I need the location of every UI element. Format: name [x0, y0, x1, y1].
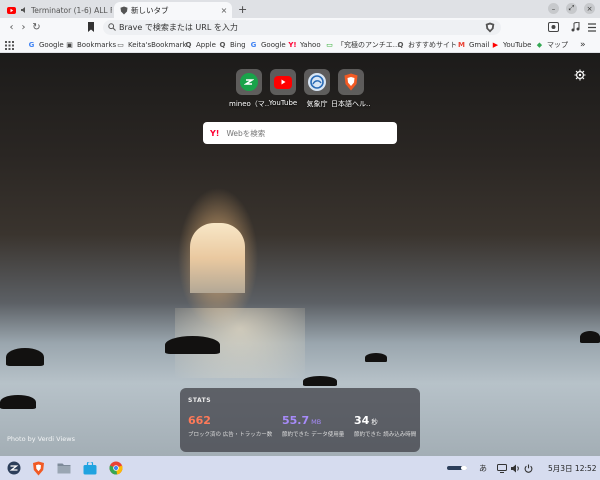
jma-icon	[308, 73, 326, 91]
yahoo-icon: Y!	[210, 128, 220, 138]
brave-shield-icon	[119, 6, 128, 15]
background-photo-rock	[165, 336, 220, 354]
bookmark-youtube[interactable]: ▶ YouTube	[491, 39, 532, 51]
bookmark-google[interactable]: G Google	[27, 39, 64, 51]
tab-title: 新しいタブ	[131, 5, 169, 15]
gmail-icon: M	[458, 41, 465, 49]
background-photo-arch	[190, 223, 245, 293]
search-icon: Q	[185, 41, 192, 49]
background-photo-rock	[0, 395, 36, 409]
new-tab-button[interactable]: +	[238, 3, 247, 16]
background-photo-rock	[365, 353, 387, 362]
bookmarks-bar: G Google ▣ Bookmarks ▭ Keita'sBookmark Q App…	[0, 37, 600, 53]
stat-blocked: 662 ブロック済の 広告・トラッカー数	[188, 414, 272, 438]
tab-title: Terminator (1-6) ALL Future	[31, 5, 112, 15]
address-placeholder: Brave で検索または URL を入力	[119, 23, 238, 32]
mineo-icon	[240, 73, 258, 91]
bookmark-gmail[interactable]: M Gmail	[457, 39, 489, 51]
stats-heading: STATS	[188, 397, 212, 404]
photo-credit[interactable]: Photo by Verdi Views	[7, 435, 75, 443]
bookmark-bookmarks[interactable]: ▣ Bookmarks	[65, 39, 116, 51]
ime-indicator[interactable]: あ	[477, 462, 489, 474]
bookmark-bing[interactable]: Q Bing	[218, 39, 246, 51]
search-icon: Q	[219, 41, 226, 49]
more-bookmarks-button[interactable]: »	[580, 39, 586, 51]
taskbar: あ 5月3日 12:52	[0, 456, 600, 480]
stat-value: 34	[354, 414, 370, 427]
stat-data-saved: 55.7 MB 節約できた データ使用量	[282, 414, 344, 438]
minimize-button[interactable]: –	[548, 3, 559, 14]
new-tab-page: mineo（マ... YouTube 気象庁 日本語ヘル... Y! Photo…	[0, 53, 600, 456]
files-icon[interactable]	[56, 460, 72, 476]
top-site-brave-help[interactable]: 日本語ヘル...	[331, 69, 371, 109]
tab-terminator[interactable]: Terminator (1-6) ALL Future	[2, 2, 112, 18]
stat-description: ブロック済の 広告・トラッカー数	[188, 432, 273, 438]
reload-button[interactable]: ↻	[30, 21, 43, 34]
bookmark-yahoo[interactable]: Y! Yahoo	[288, 39, 320, 51]
yahoo-icon: Y!	[288, 41, 297, 49]
stat-value: 55.7	[282, 414, 310, 427]
screenshot-icon[interactable]	[547, 21, 560, 34]
zorin-menu-icon[interactable]	[6, 460, 22, 476]
top-site-label: 日本語ヘル...	[331, 100, 371, 108]
clock[interactable]: 5月3日 12:52	[548, 463, 597, 474]
background-photo-rock	[6, 348, 44, 366]
music-icon[interactable]	[569, 21, 582, 34]
tab-close-button[interactable]: ×	[219, 6, 229, 15]
display-icon[interactable]	[497, 462, 507, 474]
tab-new-tab[interactable]: 新しいタブ ×	[114, 2, 232, 18]
background-photo-rock	[303, 376, 337, 386]
software-store-icon[interactable]	[82, 460, 98, 476]
web-search-input[interactable]	[226, 128, 387, 138]
background-photo-rock	[580, 331, 600, 343]
maximize-button[interactable]: ⤢	[566, 3, 577, 14]
stat-description: 節約できた 読み込み時間	[354, 432, 417, 438]
chrome-icon[interactable]	[108, 460, 124, 476]
google-icon: G	[250, 41, 257, 49]
forward-button[interactable]: ›	[17, 21, 30, 34]
keyboard-layout-icon[interactable]	[447, 462, 467, 474]
close-window-button[interactable]: ×	[584, 3, 595, 14]
stats-card: STATS 662 ブロック済の 広告・トラッカー数 55.7 MB 節約できた …	[180, 388, 420, 452]
stat-value: 662	[188, 414, 211, 427]
stat-unit: 秒	[371, 418, 378, 426]
maps-icon: ◆	[536, 41, 543, 49]
stat-description: 節約できた データ使用量	[282, 432, 345, 438]
search-icon: Q	[397, 41, 404, 49]
brave-shields-icon[interactable]	[483, 21, 496, 34]
gear-icon[interactable]	[574, 69, 586, 81]
tab-strip: Terminator (1-6) ALL Future 新しいタブ × + – …	[0, 0, 600, 18]
bookmark-anti-aging[interactable]: ▭ 「究極のアンチエ...	[325, 39, 399, 51]
stat-unit: MB	[311, 418, 322, 426]
folder-icon: ▣	[66, 41, 73, 49]
page-icon: ▭	[326, 41, 333, 49]
bookmark-maps[interactable]: ◆ マップ	[535, 39, 568, 51]
toolbar: ‹ › ↻ Brave で検索または URL を入力	[0, 18, 600, 37]
speaker-icon[interactable]	[19, 6, 28, 15]
brave-lion-icon	[342, 73, 360, 91]
search-icon	[108, 23, 116, 34]
youtube-icon	[7, 6, 16, 15]
youtube-icon	[274, 75, 292, 89]
bookmark-icon[interactable]	[84, 21, 97, 34]
apps-icon[interactable]	[5, 39, 14, 51]
menu-icon[interactable]	[585, 21, 598, 34]
web-search-box[interactable]: Y!	[203, 122, 397, 144]
google-icon: G	[28, 41, 35, 49]
brave-browser-icon[interactable]	[30, 460, 46, 476]
address-bar[interactable]: Brave で検索または URL を入力	[103, 20, 501, 35]
volume-icon[interactable]	[510, 462, 520, 474]
bookmark-keitas[interactable]: ▭ Keita'sBookmark	[116, 39, 186, 51]
stat-time-saved: 34 秒 節約できた 読み込み時間	[354, 414, 416, 438]
power-icon[interactable]	[523, 462, 533, 474]
bookmark-recommended[interactable]: Q おすすめサイト	[396, 39, 457, 51]
bookmark-apple[interactable]: Q Apple	[184, 39, 216, 51]
youtube-icon: ▶	[492, 41, 499, 49]
folder-icon: ▭	[117, 41, 124, 49]
bookmark-google-2[interactable]: G Google	[249, 39, 286, 51]
